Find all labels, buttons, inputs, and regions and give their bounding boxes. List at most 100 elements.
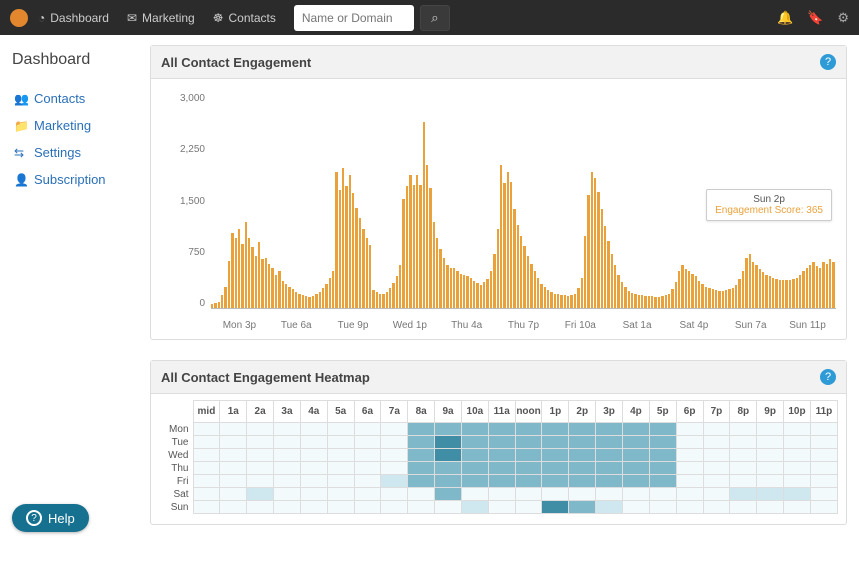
chart-bar[interactable]	[325, 284, 327, 308]
heatmap-cell[interactable]	[596, 475, 623, 488]
heatmap-cell[interactable]	[515, 436, 542, 449]
heatmap-cell[interactable]	[542, 488, 569, 501]
heatmap-cell[interactable]	[703, 462, 730, 475]
heatmap-cell[interactable]	[435, 423, 462, 436]
chart-bar[interactable]	[500, 165, 502, 308]
chart-bar[interactable]	[235, 238, 237, 308]
heatmap-cell[interactable]	[596, 449, 623, 462]
heatmap-cell[interactable]	[381, 501, 408, 514]
chart-bar[interactable]	[490, 271, 492, 308]
heatmap-cell[interactable]	[757, 462, 784, 475]
chart-bar[interactable]	[591, 172, 593, 308]
heatmap-cell[interactable]	[220, 488, 247, 501]
chart-bar[interactable]	[523, 246, 525, 308]
chart-bar[interactable]	[305, 296, 307, 308]
chart-bar[interactable]	[594, 178, 596, 308]
heatmap-cell[interactable]	[408, 488, 435, 501]
chart-bar[interactable]	[456, 271, 458, 308]
heatmap-cell[interactable]	[810, 436, 837, 449]
heatmap-cell[interactable]	[703, 449, 730, 462]
nav-marketing[interactable]: ✉Marketing	[127, 11, 195, 25]
sidebar-item-settings[interactable]: ⇆Settings	[12, 139, 140, 166]
chart-bar[interactable]	[379, 294, 381, 308]
chart-bar[interactable]	[755, 265, 757, 308]
heatmap-cell[interactable]	[274, 501, 301, 514]
heatmap-cell[interactable]	[703, 501, 730, 514]
heatmap-cell[interactable]	[569, 423, 596, 436]
chart-bar[interactable]	[436, 238, 438, 308]
heatmap-cell[interactable]	[300, 436, 327, 449]
chart-bar[interactable]	[453, 268, 455, 308]
chart-bar[interactable]	[214, 303, 216, 308]
heatmap-cell[interactable]	[784, 462, 811, 475]
chart-bar[interactable]	[698, 281, 700, 308]
heatmap-cell[interactable]	[515, 475, 542, 488]
chart-bar[interactable]	[537, 278, 539, 308]
chart-bar[interactable]	[665, 295, 667, 308]
chart-bar[interactable]	[497, 229, 499, 308]
chart-bar[interactable]	[265, 258, 267, 308]
heatmap-cell[interactable]	[784, 449, 811, 462]
chart-bar[interactable]	[258, 242, 260, 308]
chart-bar[interactable]	[510, 182, 512, 308]
heatmap-cell[interactable]	[193, 488, 220, 501]
chart-bar[interactable]	[547, 290, 549, 308]
heatmap-cell[interactable]	[408, 436, 435, 449]
heatmap-cell[interactable]	[676, 475, 703, 488]
heatmap-cell[interactable]	[381, 488, 408, 501]
heatmap-cell[interactable]	[435, 436, 462, 449]
heatmap-cell[interactable]	[569, 475, 596, 488]
nav-dashboard[interactable]: ◔Dashboard	[38, 11, 109, 25]
heatmap-cell[interactable]	[730, 501, 757, 514]
heatmap-cell[interactable]	[596, 436, 623, 449]
chart-bar[interactable]	[248, 238, 250, 308]
heatmap-cell[interactable]	[220, 449, 247, 462]
chart-bar[interactable]	[574, 294, 576, 308]
heatmap-cell[interactable]	[327, 462, 354, 475]
chart-bar[interactable]	[705, 287, 707, 309]
chart-bar[interactable]	[460, 274, 462, 308]
chart-bar[interactable]	[628, 291, 630, 308]
heatmap-cell[interactable]	[649, 475, 676, 488]
chart-bar[interactable]	[644, 296, 646, 308]
heatmap-cell[interactable]	[381, 449, 408, 462]
heatmap-cell[interactable]	[381, 462, 408, 475]
heatmap-cell[interactable]	[676, 436, 703, 449]
chart-bar[interactable]	[406, 186, 408, 308]
heatmap-cell[interactable]	[569, 436, 596, 449]
chart-bar[interactable]	[312, 296, 314, 308]
chart-bar[interactable]	[483, 282, 485, 308]
chart-bar[interactable]	[782, 280, 784, 308]
chart-bar[interactable]	[772, 278, 774, 308]
chart-bar[interactable]	[816, 266, 818, 308]
heatmap-cell[interactable]	[730, 462, 757, 475]
chart-bar[interactable]	[732, 288, 734, 308]
heatmap-cell[interactable]	[515, 501, 542, 514]
heatmap-cell[interactable]	[810, 475, 837, 488]
heatmap-cell[interactable]	[810, 449, 837, 462]
heatmap-cell[interactable]	[300, 423, 327, 436]
heatmap-cell[interactable]	[193, 462, 220, 475]
chart-bar[interactable]	[520, 236, 522, 308]
heatmap-cell[interactable]	[408, 462, 435, 475]
chart-bar[interactable]	[597, 192, 599, 308]
heatmap-cell[interactable]	[810, 501, 837, 514]
chart-bar[interactable]	[587, 195, 589, 308]
heatmap-cell[interactable]	[623, 488, 650, 501]
chart-bar[interactable]	[779, 280, 781, 308]
chart-bar[interactable]	[712, 289, 714, 308]
heatmap-cell[interactable]	[730, 423, 757, 436]
heatmap-cell[interactable]	[542, 501, 569, 514]
chart-bar[interactable]	[359, 218, 361, 308]
heatmap-cell[interactable]	[435, 462, 462, 475]
chart-bar[interactable]	[634, 294, 636, 308]
heatmap-cell[interactable]	[274, 436, 301, 449]
chart-bar[interactable]	[584, 236, 586, 308]
search-button[interactable]: ⌕	[420, 5, 450, 31]
chart-bar[interactable]	[285, 284, 287, 308]
chart-bar[interactable]	[402, 199, 404, 308]
chart-bar[interactable]	[671, 289, 673, 308]
chart-bar[interactable]	[319, 292, 321, 308]
heatmap-cell[interactable]	[649, 436, 676, 449]
search-input[interactable]	[294, 5, 414, 31]
